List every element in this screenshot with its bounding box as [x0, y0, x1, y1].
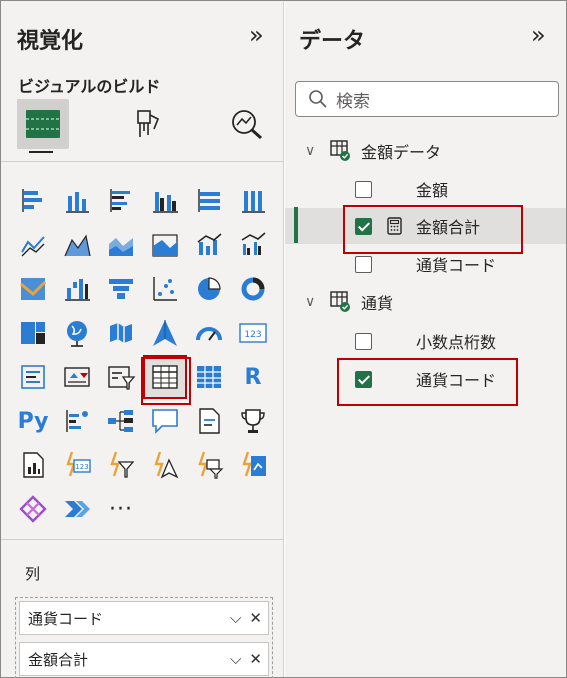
filled-map-icon[interactable] — [101, 313, 141, 353]
ribbon-chart-icon[interactable] — [13, 269, 53, 309]
multi-row-card-icon[interactable] — [13, 357, 53, 397]
table-name: 通貨 — [361, 294, 394, 313]
line-and-stacked-column-chart-icon[interactable] — [189, 225, 229, 265]
svg-text:123: 123 — [75, 463, 88, 471]
smart-narrative-icon[interactable] — [189, 401, 229, 441]
100-stacked-area-chart-icon[interactable] — [145, 225, 185, 265]
search-input[interactable]: 検索 — [295, 81, 559, 117]
more-label: ··· — [109, 496, 133, 522]
pie-chart-icon[interactable] — [189, 269, 229, 309]
field-row[interactable]: 金額 — [285, 171, 566, 207]
well-item-label: 通貨コード — [28, 609, 104, 628]
clustered-column-chart-icon[interactable] — [145, 181, 185, 221]
treemap-icon[interactable] — [13, 313, 53, 353]
gauge-icon[interactable] — [189, 313, 229, 353]
line-chart-icon[interactable] — [13, 225, 53, 265]
chevron-down-icon[interactable]: ⌵ — [230, 609, 241, 627]
power-apps-card-icon[interactable]: 123 — [57, 445, 97, 485]
table-row-kingaku-data[interactable]: ∨ 金額データ — [285, 133, 566, 169]
divider — [1, 161, 284, 162]
search-placeholder: 検索 — [336, 91, 370, 112]
remove-field-icon[interactable]: ✕ — [249, 609, 262, 627]
pane-title: データ — [299, 29, 366, 54]
build-visual-tab[interactable] — [17, 99, 69, 149]
kpi-icon[interactable] — [57, 357, 97, 397]
azure-map-icon[interactable] — [145, 313, 185, 353]
python-label: Py — [17, 408, 49, 434]
paint-brush-icon — [137, 110, 160, 137]
visualizations-pane: 視覚化 » ビジュアルのビルド 123 R Py 123 ··· 列 通貨コード… — [1, 1, 284, 678]
columns-section-label: 列 — [25, 565, 41, 583]
magnifier-chart-icon — [232, 110, 262, 140]
area-chart-icon[interactable] — [57, 225, 97, 265]
power-automate-icon[interactable] — [57, 489, 97, 529]
card-number-label: 123 — [244, 330, 261, 340]
power-apps-icon[interactable] — [13, 489, 53, 529]
highlight-box — [343, 205, 523, 254]
table-icon — [330, 140, 350, 161]
paginated-report-icon[interactable] — [13, 445, 53, 485]
r-script-visual-icon[interactable]: R — [233, 357, 273, 397]
field-checkbox[interactable] — [355, 180, 372, 198]
data-pane: データ » 検索 ∨ 金額データ 金額 金額合計 通貨コード ∨ 通貨 小数点桁… — [285, 1, 566, 677]
highlight-box — [141, 357, 191, 405]
field-checkbox[interactable] — [355, 255, 372, 273]
chevron-down-icon[interactable]: ⌵ — [230, 650, 241, 668]
pane-title: 視覚化 — [17, 29, 84, 54]
column-well-item[interactable]: 通貨コード ⌵ ✕ — [19, 601, 269, 635]
funnel-chart-icon[interactable] — [101, 269, 141, 309]
scatter-chart-icon[interactable] — [145, 269, 185, 309]
decomposition-tree-icon[interactable] — [101, 401, 141, 441]
build-visual-label: ビジュアルのビルド — [18, 77, 161, 96]
chevron-down-icon[interactable]: ∨ — [305, 294, 315, 310]
matrix-icon[interactable] — [189, 357, 229, 397]
field-checkbox[interactable] — [355, 332, 372, 350]
format-visual-tab[interactable] — [119, 99, 171, 149]
line-and-clustered-column-chart-icon[interactable] — [233, 225, 273, 265]
map-icon[interactable] — [57, 313, 97, 353]
chevron-down-icon[interactable]: ∨ — [305, 143, 315, 159]
table-row-tsuka[interactable]: ∨ 通貨 — [285, 284, 566, 320]
active-tab-indicator — [29, 151, 53, 153]
field-name: 金額 — [416, 181, 449, 200]
highlight-box — [337, 358, 518, 406]
field-name: 通貨コード — [416, 256, 497, 275]
100-stacked-bar-chart-icon[interactable] — [189, 181, 229, 221]
field-name: 小数点桁数 — [416, 333, 497, 352]
qa-visual-icon[interactable] — [145, 401, 185, 441]
stacked-bar-chart-icon[interactable] — [13, 181, 53, 221]
stacked-area-chart-icon[interactable] — [101, 225, 141, 265]
well-item-label: 金額合計 — [28, 650, 89, 669]
divider — [1, 539, 284, 540]
power-automate-button-icon[interactable] — [233, 445, 273, 485]
key-influencers-icon[interactable] — [57, 401, 97, 441]
collapse-pane-button[interactable]: » — [249, 21, 264, 49]
analytics-tab[interactable] — [221, 99, 273, 149]
more-visuals-button[interactable]: ··· — [101, 489, 141, 529]
trophy-goals-icon[interactable] — [233, 401, 273, 441]
100-stacked-column-chart-icon[interactable] — [233, 181, 273, 221]
slicer-icon[interactable] — [101, 357, 141, 397]
collapse-pane-button[interactable]: » — [531, 21, 546, 49]
waterfall-chart-icon[interactable] — [57, 269, 97, 309]
remove-field-icon[interactable]: ✕ — [249, 650, 262, 668]
selected-field-indicator — [294, 207, 298, 243]
power-automate-filter-icon[interactable] — [189, 445, 229, 485]
field-row[interactable]: 小数点桁数 — [285, 323, 566, 359]
fields-grid-icon — [26, 110, 60, 138]
stacked-column-chart-icon[interactable] — [57, 181, 97, 221]
power-automate-map-icon[interactable] — [145, 445, 185, 485]
donut-chart-icon[interactable] — [233, 269, 273, 309]
power-automate-slicer-icon[interactable] — [101, 445, 141, 485]
table-name: 金額データ — [361, 143, 442, 162]
python-visual-icon[interactable]: Py — [13, 401, 53, 441]
column-well-item[interactable]: 金額合計 ⌵ ✕ — [19, 642, 269, 676]
table-icon — [330, 291, 350, 312]
clustered-bar-chart-icon[interactable] — [101, 181, 141, 221]
card-icon[interactable]: 123 — [233, 313, 273, 353]
search-icon — [309, 90, 327, 108]
r-label: R — [244, 364, 262, 390]
